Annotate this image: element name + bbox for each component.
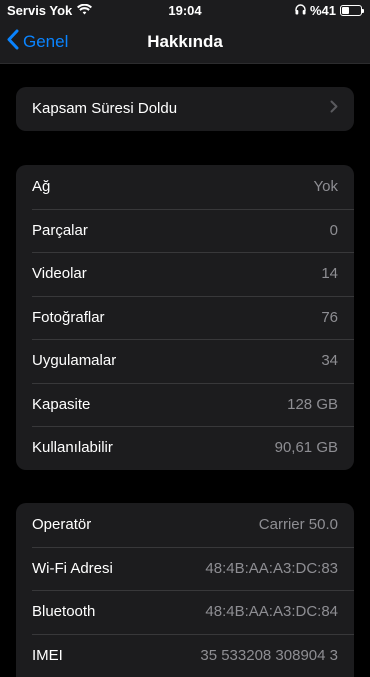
info-label: Videolar (32, 265, 87, 282)
battery-icon (340, 5, 362, 16)
info-label: Fotoğraflar (32, 309, 105, 326)
info-label: Parçalar (32, 222, 88, 239)
battery-percent: %41 (310, 3, 336, 18)
info-label: Kullanılabilir (32, 439, 113, 456)
chevron-right-icon (330, 100, 338, 117)
battery-level (342, 7, 349, 14)
coverage-row[interactable]: Kapsam Süresi Doldu (16, 87, 354, 131)
info-value: 0 (330, 222, 338, 239)
network-row-carrier[interactable]: Operatör Carrier 50.0 (16, 503, 354, 547)
network-value: 48:4B:AA:A3:DC:84 (205, 603, 338, 620)
network-label: Wi-Fi Adresi (32, 560, 113, 577)
info-value: 34 (321, 352, 338, 369)
network-row-imei: IMEI 35 533208 308904 3 (16, 634, 354, 677)
coverage-group: Kapsam Süresi Doldu (16, 87, 354, 131)
headphones-icon (295, 3, 306, 18)
info-label: Ağ (32, 178, 50, 195)
info-label: Uygulamalar (32, 352, 116, 369)
info-row-videos: Videolar 14 (16, 252, 354, 296)
info-value: 128 GB (287, 396, 338, 413)
network-label: Bluetooth (32, 603, 95, 620)
network-row-wifi: Wi-Fi Adresi 48:4B:AA:A3:DC:83 (16, 547, 354, 591)
coverage-label: Kapsam Süresi Doldu (32, 100, 177, 117)
network-value: 35 533208 308904 3 (200, 647, 338, 664)
info-row-photos: Fotoğraflar 76 (16, 296, 354, 340)
info-value: 14 (321, 265, 338, 282)
info-row-capacity: Kapasite 128 GB (16, 383, 354, 427)
info-row-network: Ağ Yok (16, 165, 354, 209)
network-row-bluetooth: Bluetooth 48:4B:AA:A3:DC:84 (16, 590, 354, 634)
navigation-bar: Genel Hakkında (0, 20, 370, 64)
info-label: Kapasite (32, 396, 90, 413)
network-group: Operatör Carrier 50.0 Wi-Fi Adresi 48:4B… (16, 503, 354, 677)
network-value: 48:4B:AA:A3:DC:83 (205, 560, 338, 577)
status-bar: Servis Yok 19:04 %41 (0, 0, 370, 20)
status-right: %41 (295, 3, 362, 18)
page-title: Hakkında (0, 32, 370, 52)
network-label: Operatör (32, 516, 91, 533)
network-label: IMEI (32, 647, 63, 664)
info-row-parts: Parçalar 0 (16, 209, 354, 253)
info-value: 90,61 GB (275, 439, 338, 456)
info-value: Yok (314, 178, 338, 195)
info-row-apps: Uygulamalar 34 (16, 339, 354, 383)
info-group: Ağ Yok Parçalar 0 Videolar 14 Fotoğrafla… (16, 165, 354, 470)
info-row-available: Kullanılabilir 90,61 GB (16, 426, 354, 470)
info-value: 76 (321, 309, 338, 326)
network-value: Carrier 50.0 (259, 516, 338, 533)
